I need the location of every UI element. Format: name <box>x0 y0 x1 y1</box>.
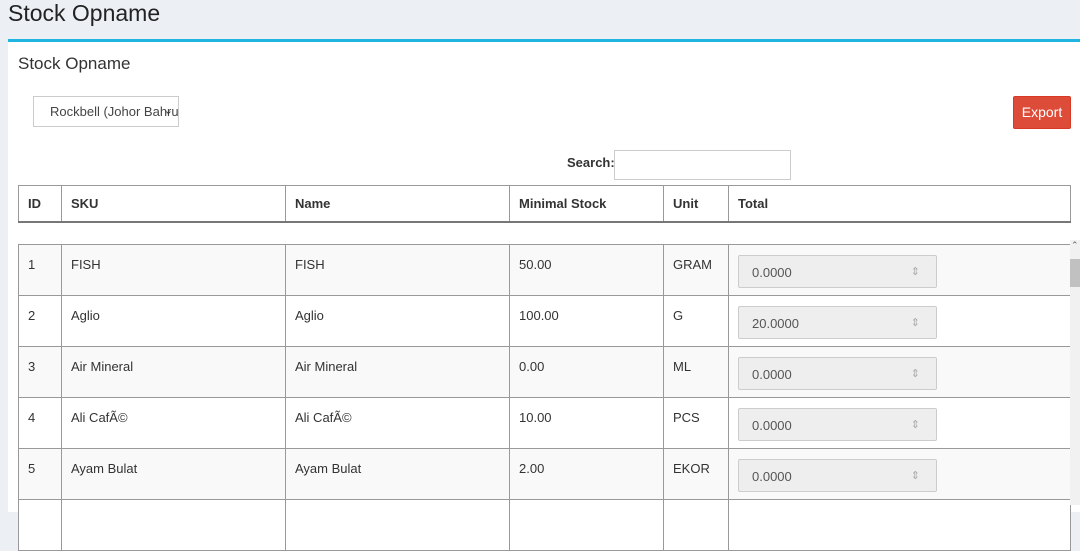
total-input[interactable]: 0.0000 ⇕ <box>738 459 937 492</box>
cell-id: 1 <box>18 244 62 296</box>
chevron-down-icon: ⌄ <box>163 105 173 117</box>
total-value: 0.0000 <box>752 265 792 280</box>
cell-total: 20.0000 ⇕ <box>728 295 1071 347</box>
cell-unit: EKOR <box>663 448 729 500</box>
cell-name: Ali CafÃ© <box>285 397 510 449</box>
total-input[interactable]: 0.0000 ⇕ <box>738 408 937 441</box>
export-button[interactable]: Export <box>1013 96 1071 129</box>
col-header-name[interactable]: Name <box>285 185 510 223</box>
spinner-arrows-icon[interactable]: ⇕ <box>911 460 920 493</box>
spinner-arrows-icon[interactable]: ⇕ <box>911 358 920 391</box>
cell-name: FISH <box>285 244 510 296</box>
outlet-select-value: Rockbell (Johor Bahru) <box>50 104 179 119</box>
table-row: 5 Ayam Bulat Ayam Bulat 2.00 EKOR 0.0000… <box>18 448 1071 500</box>
cell-name: Aglio <box>285 295 510 347</box>
table-scrollbar[interactable]: ⌃ <box>1070 240 1080 505</box>
cell-sku: Aglio <box>61 295 286 347</box>
outlet-select[interactable]: Rockbell (Johor Bahru) ⌄ <box>33 96 179 127</box>
total-value: 20.0000 <box>752 316 799 331</box>
cell-id: 2 <box>18 295 62 347</box>
cell-min-stock: 10.00 <box>509 397 664 449</box>
total-value: 0.0000 <box>752 469 792 484</box>
cell-unit: G <box>663 295 729 347</box>
cell-min-stock: 50.00 <box>509 244 664 296</box>
cell-sku: Ali CafÃ© <box>61 397 286 449</box>
stock-opname-box: Stock Opname Rockbell (Johor Bahru) ⌄ Ex… <box>8 39 1080 551</box>
scroll-up-icon[interactable]: ⌃ <box>1071 240 1079 251</box>
col-header-unit[interactable]: Unit <box>663 185 729 223</box>
spinner-arrows-icon[interactable]: ⇕ <box>911 409 920 442</box>
total-input[interactable]: 0.0000 ⇕ <box>738 357 937 390</box>
cell-sku: Air Mineral <box>61 346 286 398</box>
table-row: 3 Air Mineral Air Mineral 0.00 ML 0.0000… <box>18 346 1071 398</box>
search-input[interactable] <box>614 150 791 180</box>
total-input[interactable]: 0.0000 ⇕ <box>738 255 937 288</box>
col-header-id[interactable]: ID <box>18 185 62 223</box>
cell-unit: GRAM <box>663 244 729 296</box>
cell-total: 0.0000 ⇕ <box>728 448 1071 500</box>
cell-sku: FISH <box>61 244 286 296</box>
page-title: Stock Opname <box>8 0 161 26</box>
cell-unit: ML <box>663 346 729 398</box>
cell-total: 0.0000 ⇕ <box>728 244 1071 296</box>
spinner-arrows-icon[interactable]: ⇕ <box>911 256 920 289</box>
spinner-arrows-icon[interactable]: ⇕ <box>911 307 920 340</box>
table-header: ID SKU Name Minimal Stock Unit Total <box>18 185 1071 223</box>
table-row: 2 Aglio Aglio 100.00 G 20.0000 ⇕ <box>18 295 1071 347</box>
col-header-minimal-stock[interactable]: Minimal Stock <box>509 185 664 223</box>
cell-min-stock: 2.00 <box>509 448 664 500</box>
cell-name: Air Mineral <box>285 346 510 398</box>
total-input[interactable]: 20.0000 ⇕ <box>738 306 937 339</box>
cell-unit: PCS <box>663 397 729 449</box>
total-value: 0.0000 <box>752 367 792 382</box>
box-title: Stock Opname <box>18 54 131 73</box>
table-row: 4 Ali CafÃ© Ali CafÃ© 10.00 PCS 0.0000 ⇕ <box>18 397 1071 449</box>
cell-sku: Ayam Bulat <box>61 448 286 500</box>
total-value: 0.0000 <box>752 418 792 433</box>
cell-total: 0.0000 ⇕ <box>728 346 1071 398</box>
cell-id: 5 <box>18 448 62 500</box>
scrollbar-thumb[interactable] <box>1070 259 1080 287</box>
col-header-total[interactable]: Total <box>728 185 1071 223</box>
search-label: Search: <box>567 155 615 170</box>
cell-id: 4 <box>18 397 62 449</box>
table-row <box>18 499 1071 551</box>
cell-min-stock: 0.00 <box>509 346 664 398</box>
col-header-sku[interactable]: SKU <box>61 185 286 223</box>
cell-name: Ayam Bulat <box>285 448 510 500</box>
cell-total: 0.0000 ⇕ <box>728 397 1071 449</box>
table-row: 1 FISH FISH 50.00 GRAM 0.0000 ⇕ <box>18 244 1071 296</box>
cell-id: 3 <box>18 346 62 398</box>
cell-min-stock: 100.00 <box>509 295 664 347</box>
